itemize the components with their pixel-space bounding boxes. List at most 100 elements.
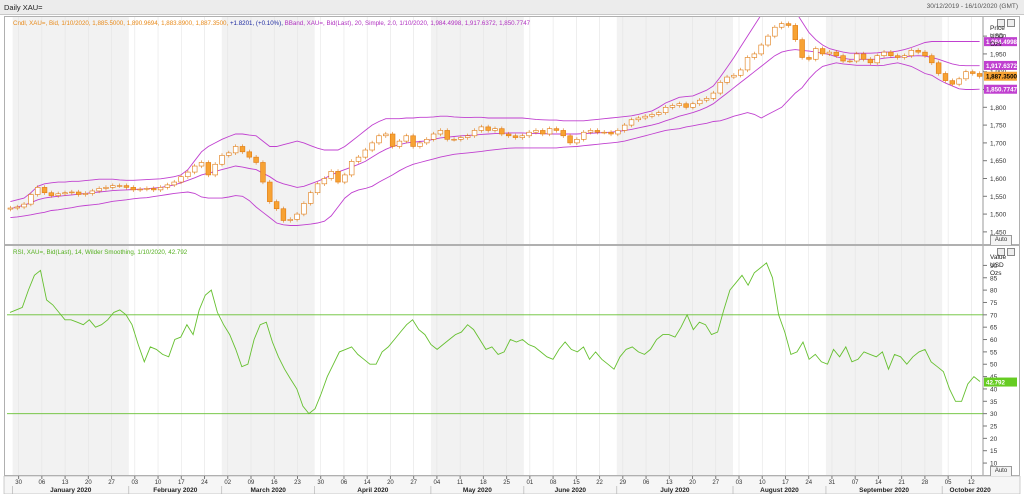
- candle-body: [451, 139, 457, 141]
- candle-body: [499, 128, 505, 135]
- candle-body: [540, 130, 546, 135]
- close-icon[interactable]: [1007, 19, 1015, 27]
- y-tick-label: 1,750: [990, 123, 1007, 130]
- candle-body: [963, 71, 969, 80]
- candle-body: [485, 126, 491, 131]
- candle-body: [888, 51, 894, 56]
- candle-body: [854, 53, 860, 62]
- candle-body: [253, 156, 259, 163]
- candle-body: [929, 55, 935, 64]
- candle-body: [430, 133, 437, 140]
- candle-body: [662, 107, 669, 113]
- y-tick-label: 15: [990, 448, 998, 455]
- x-tick-label: 18: [480, 480, 487, 486]
- x-tick-label: 16: [271, 480, 278, 486]
- y-tick-label: 1,800: [990, 105, 1007, 112]
- candle-body: [348, 161, 355, 176]
- change-legend: +1.8201, (+0.10%),: [229, 20, 283, 27]
- candle-body: [724, 76, 730, 83]
- x-tick-label: 24: [201, 480, 208, 486]
- candle-body: [369, 142, 375, 151]
- candle-body: [192, 165, 198, 173]
- candle-body: [130, 187, 136, 191]
- window-titlebar: Daily XAU= 30/12/2019 - 16/10/2020 (GMT): [0, 0, 1024, 15]
- candle-body: [198, 162, 205, 167]
- x-tick-label: 06: [643, 480, 650, 486]
- candle-body: [635, 117, 642, 121]
- x-tick-label: 20: [85, 480, 92, 486]
- candle-body: [676, 103, 682, 106]
- candle-body: [642, 115, 648, 119]
- candle-body: [376, 135, 382, 144]
- candle-body: [553, 128, 560, 131]
- x-tick-label: 07: [852, 480, 859, 486]
- month-label: April 2020: [357, 487, 388, 494]
- rsi-chart-panel[interactable]: 908580757065605550454035302520151042.792…: [4, 245, 1020, 477]
- candle-body: [185, 171, 191, 178]
- month-band: [221, 246, 315, 475]
- candle-body: [308, 192, 314, 204]
- candle-body: [738, 69, 744, 76]
- y-tick-label: 50: [990, 362, 998, 369]
- candle-body: [594, 130, 601, 133]
- candle-body: [137, 188, 143, 191]
- candle-body: [424, 139, 430, 144]
- candle-body: [867, 58, 874, 64]
- price-chart-panel[interactable]: 2,0001,9501,9001,8501,8001,7501,7001,650…: [4, 16, 1020, 246]
- month-label: October 2020: [950, 487, 992, 494]
- candle-body: [601, 131, 607, 134]
- candle-body: [710, 92, 717, 99]
- candle-body: [813, 48, 819, 60]
- candle-body: [294, 213, 300, 220]
- candle-body: [505, 133, 512, 137]
- candle-body: [89, 190, 96, 194]
- x-tick-label: 14: [364, 480, 371, 486]
- candle-body: [355, 156, 362, 162]
- x-tick-label: 15: [573, 480, 580, 486]
- rsi-axis-header: Value USD Ozs: [990, 254, 1006, 278]
- candle-body: [731, 74, 737, 78]
- candle-body: [144, 188, 150, 190]
- x-tick-label: 27: [410, 480, 417, 486]
- candle-body: [628, 119, 635, 126]
- candle-body: [287, 219, 293, 221]
- candle-body: [123, 185, 130, 188]
- y-tick-label: 40: [990, 386, 998, 393]
- candle-body: [28, 194, 34, 205]
- y-tick-label: 55: [990, 349, 998, 356]
- x-tick-label: 27: [712, 480, 719, 486]
- month-label: June 2020: [555, 487, 587, 494]
- candle-body: [567, 135, 573, 144]
- x-tick-label: 25: [503, 480, 510, 486]
- x-tick-label: 04: [434, 480, 441, 486]
- price-legend: Cndl, XAU=, Bid, 1/10/2020, 1,885.5000, …: [13, 20, 530, 27]
- candle-body: [342, 174, 348, 183]
- y-tick-label: 35: [990, 399, 998, 406]
- candle-body: [239, 146, 246, 153]
- candle-body: [608, 131, 614, 135]
- candle-body: [847, 60, 853, 63]
- candle-body: [519, 135, 525, 138]
- price-chart[interactable]: 2,0001,9501,9001,8501,8001,7501,7001,650…: [5, 17, 1019, 244]
- candle-legend: Cndl, XAU=, Bid, 1/10/2020, 1,885.5000, …: [13, 20, 229, 27]
- candle-body: [383, 133, 389, 137]
- candle-body: [444, 130, 450, 140]
- candle-body: [48, 192, 55, 196]
- candle-body: [765, 35, 771, 46]
- price-tag-label-lower: 1,850.7747: [986, 87, 1018, 94]
- candle-body: [280, 208, 287, 221]
- x-tick-label: 22: [596, 480, 603, 486]
- candle-body: [35, 187, 41, 195]
- candle-body: [935, 62, 942, 74]
- y-tick-label: 1,600: [990, 176, 1007, 183]
- x-tick-label: 05: [945, 480, 952, 486]
- close-icon[interactable]: [1007, 248, 1015, 256]
- rsi-chart[interactable]: 908580757065605550454035302520151042.792: [5, 246, 1019, 475]
- x-tick-label: 13: [62, 480, 69, 486]
- candle-body: [826, 51, 833, 55]
- candle-body: [328, 171, 334, 179]
- candle-body: [942, 73, 949, 81]
- candle-body: [512, 135, 519, 138]
- candle-body: [785, 23, 792, 26]
- y-tick-label: 1,550: [990, 194, 1007, 201]
